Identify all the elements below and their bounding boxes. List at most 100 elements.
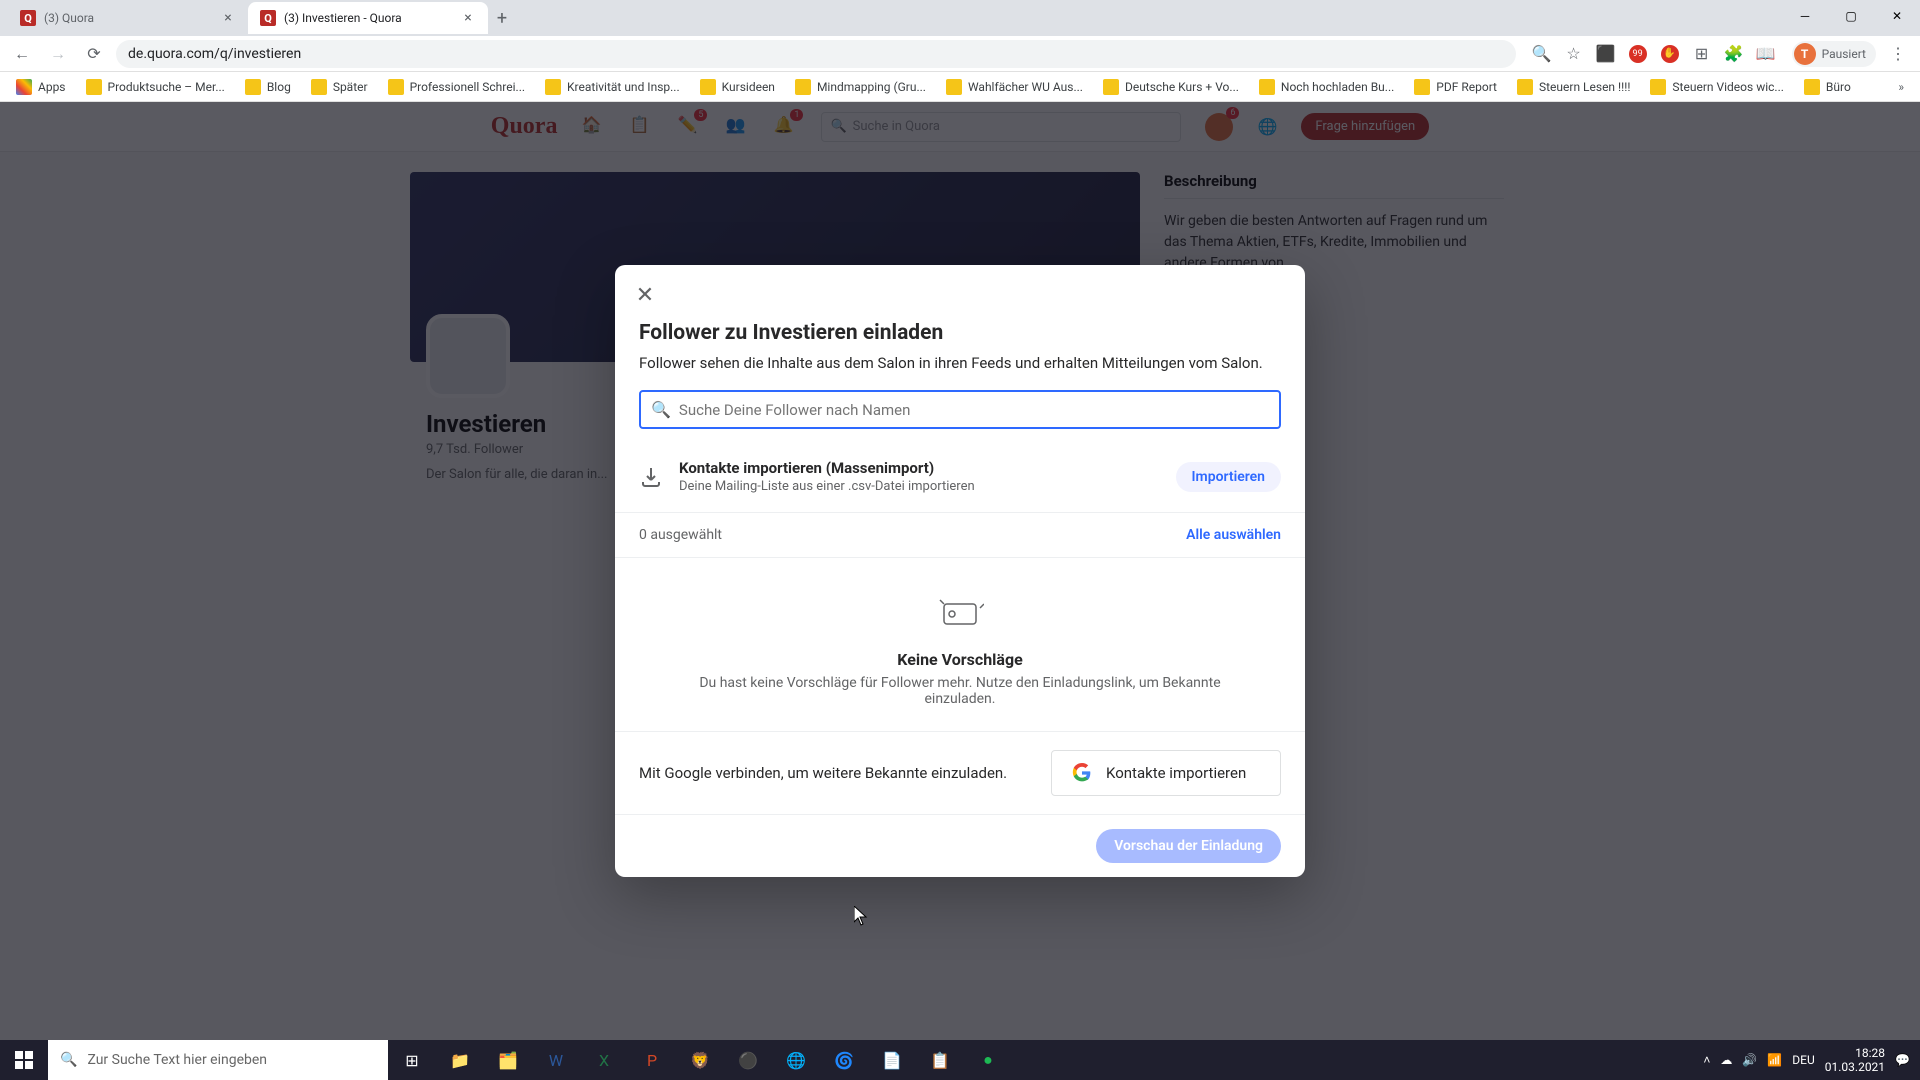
- google-import-button[interactable]: Kontakte importieren: [1051, 750, 1281, 796]
- taskbar-search[interactable]: 🔍 Zur Suche Text hier eingeben: [48, 1040, 388, 1080]
- file-explorer-icon[interactable]: 📁: [436, 1040, 484, 1080]
- bookmark-item[interactable]: Noch hochladen Bu...: [1251, 75, 1402, 99]
- brave-icon[interactable]: 🦁: [676, 1040, 724, 1080]
- close-icon[interactable]: ✕: [627, 277, 663, 313]
- chrome-icon[interactable]: 🌐: [772, 1040, 820, 1080]
- profile-chip[interactable]: T Pausiert: [1792, 41, 1876, 67]
- close-window-button[interactable]: ✕: [1874, 0, 1920, 32]
- folder-icon: [86, 79, 102, 95]
- language-indicator[interactable]: DEU: [1792, 1053, 1814, 1067]
- search-followers-input[interactable]: [679, 401, 1269, 419]
- extension-icon[interactable]: 99: [1628, 44, 1648, 64]
- bookmarks-overflow[interactable]: »: [1890, 80, 1912, 94]
- volume-icon[interactable]: 🔊: [1742, 1053, 1757, 1067]
- search-icon: 🔍: [60, 1052, 77, 1068]
- word-icon[interactable]: W: [532, 1040, 580, 1080]
- import-subtitle: Deine Mailing-Liste aus einer .csv-Datei…: [679, 479, 1160, 494]
- folder-icon: [245, 79, 261, 95]
- browser-tab-active[interactable]: Q (3) Investieren - Quora ×: [248, 2, 488, 34]
- bookmark-item[interactable]: Büro: [1796, 75, 1859, 99]
- folder-icon: [1517, 79, 1533, 95]
- reload-button[interactable]: ⟳: [80, 40, 108, 68]
- folder-icon: [388, 79, 404, 95]
- notifications-icon[interactable]: 💬: [1895, 1053, 1910, 1067]
- star-icon[interactable]: ☆: [1564, 44, 1584, 64]
- time: 18:28: [1825, 1046, 1885, 1060]
- google-import-label: Kontakte importieren: [1106, 764, 1246, 782]
- extension-icon[interactable]: ⬛: [1596, 44, 1616, 64]
- bookmark-item[interactable]: Professionell Schrei...: [380, 75, 533, 99]
- folder-icon: [311, 79, 327, 95]
- menu-button[interactable]: ⋮: [1884, 40, 1912, 68]
- task-view-icon[interactable]: ⊞: [388, 1040, 436, 1080]
- wifi-icon[interactable]: 📶: [1767, 1053, 1782, 1067]
- folder-icon: [1650, 79, 1666, 95]
- tab-title: (3) Quora: [44, 11, 212, 25]
- folder-icon: [1259, 79, 1275, 95]
- taskbar-search-placeholder: Zur Suche Text hier eingeben: [87, 1052, 267, 1068]
- quora-favicon: Q: [20, 10, 36, 26]
- folder-icon: [1103, 79, 1119, 95]
- extensions-icon[interactable]: 🧩: [1724, 44, 1744, 64]
- bookmark-item[interactable]: Mindmapping (Gru...: [787, 75, 934, 99]
- back-button[interactable]: ←: [8, 40, 36, 68]
- tray-chevron-icon[interactable]: ˄: [1703, 1053, 1710, 1067]
- browser-tab[interactable]: Q (3) Quora ×: [8, 2, 248, 34]
- folder-icon: [795, 79, 811, 95]
- start-button[interactable]: [0, 1040, 48, 1080]
- import-button[interactable]: Importieren: [1176, 462, 1282, 492]
- obs-icon[interactable]: ⚫: [724, 1040, 772, 1080]
- folder-icon: [700, 79, 716, 95]
- bookmark-item[interactable]: Blog: [237, 75, 299, 99]
- bookmark-item[interactable]: Später: [303, 75, 376, 99]
- clock[interactable]: 18:28 01.03.2021: [1825, 1046, 1885, 1075]
- empty-state-title: Keine Vorschläge: [663, 650, 1257, 669]
- new-tab-button[interactable]: +: [488, 4, 516, 32]
- app-icon[interactable]: 📄: [868, 1040, 916, 1080]
- apps-icon: [16, 79, 32, 95]
- import-title: Kontakte importieren (Massenimport): [679, 459, 1160, 477]
- bookmark-item[interactable]: Steuern Lesen !!!!: [1509, 75, 1638, 99]
- edge-icon[interactable]: 🌀: [820, 1040, 868, 1080]
- bookmark-item[interactable]: Kursideen: [692, 75, 783, 99]
- preview-invitation-button[interactable]: Vorschau der Einladung: [1096, 829, 1281, 863]
- folder-icon: [946, 79, 962, 95]
- taskbar: 🔍 Zur Suche Text hier eingeben ⊞ 📁 🗂️ W …: [0, 1040, 1920, 1080]
- search-icon[interactable]: 🔍: [1532, 44, 1552, 64]
- invite-followers-modal: ✕ Follower zu Investieren einladen Follo…: [615, 265, 1305, 877]
- bookmark-item[interactable]: Kreativität und Insp...: [537, 75, 688, 99]
- bookmark-item[interactable]: Wahlfächer WU Aus...: [938, 75, 1091, 99]
- close-icon[interactable]: ×: [460, 10, 476, 26]
- folder-icon: [545, 79, 561, 95]
- close-icon[interactable]: ×: [220, 10, 236, 26]
- minimize-button[interactable]: ─: [1782, 0, 1828, 32]
- selected-count: 0 ausgewählt: [639, 527, 722, 543]
- folder-icon: [1804, 79, 1820, 95]
- bookmark-item[interactable]: PDF Report: [1406, 75, 1505, 99]
- quora-favicon: Q: [260, 10, 276, 26]
- excel-icon[interactable]: X: [580, 1040, 628, 1080]
- bookmark-item[interactable]: Steuern Videos wic...: [1642, 75, 1791, 99]
- onedrive-icon[interactable]: ☁: [1720, 1053, 1732, 1067]
- bookmark-apps[interactable]: Apps: [8, 75, 74, 99]
- url-text: de.quora.com/q/investieren: [128, 46, 301, 62]
- spotify-icon[interactable]: ●: [964, 1040, 1012, 1080]
- bookmark-bar: Apps Produktsuche – Mer... Blog Später P…: [0, 72, 1920, 102]
- extension-icon[interactable]: ⊞: [1692, 44, 1712, 64]
- profile-status: Pausiert: [1822, 47, 1866, 61]
- bookmark-item[interactable]: Deutsche Kurs + Vo...: [1095, 75, 1247, 99]
- forward-button[interactable]: →: [44, 40, 72, 68]
- search-followers-field[interactable]: 🔍: [639, 390, 1281, 429]
- maximize-button[interactable]: ▢: [1828, 0, 1874, 32]
- powerpoint-icon[interactable]: P: [628, 1040, 676, 1080]
- google-icon: [1072, 763, 1092, 783]
- address-bar[interactable]: de.quora.com/q/investieren: [116, 40, 1516, 68]
- bookmark-item[interactable]: Produktsuche – Mer...: [78, 75, 233, 99]
- profile-avatar: T: [1794, 43, 1816, 65]
- app-icon[interactable]: 🗂️: [484, 1040, 532, 1080]
- extension-icon[interactable]: 📖: [1756, 44, 1776, 64]
- modal-title: Follower zu Investieren einladen: [639, 321, 1281, 345]
- select-all-button[interactable]: Alle auswählen: [1186, 527, 1281, 543]
- notepad-icon[interactable]: 📋: [916, 1040, 964, 1080]
- adblock-icon[interactable]: ✋: [1660, 44, 1680, 64]
